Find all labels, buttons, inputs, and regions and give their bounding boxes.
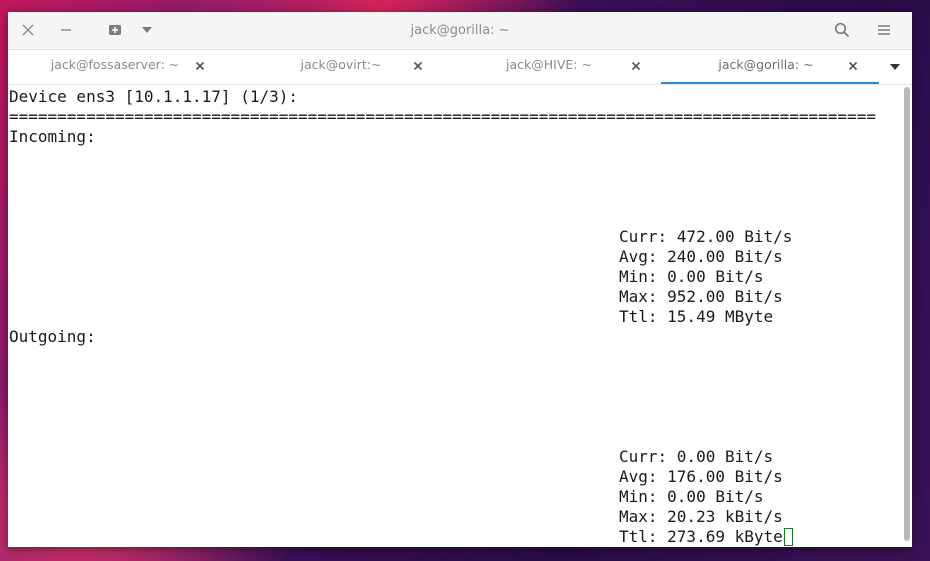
- tab-label: jack@fossaserver: ~: [50, 57, 180, 72]
- incoming-label: Incoming:: [9, 127, 96, 146]
- outgoing-avg: Avg: 176.00 Bit/s: [619, 467, 783, 486]
- incoming-avg: Avg: 240.00 Bit/s: [619, 247, 783, 266]
- incoming-curr: Curr: 472.00 Bit/s: [619, 227, 793, 246]
- close-icon[interactable]: [630, 60, 642, 72]
- tab-label: jack@HIVE: ~: [506, 57, 592, 72]
- separator-line: ========================================…: [9, 107, 876, 126]
- close-icon[interactable]: [412, 60, 424, 72]
- chevron-down-icon[interactable]: [140, 20, 154, 40]
- close-icon[interactable]: [20, 20, 36, 40]
- scrollbar-thumb[interactable]: [904, 87, 910, 541]
- incoming-min: Min: 0.00 Bit/s: [619, 267, 764, 286]
- outgoing-curr: Curr: 0.00 Bit/s: [619, 447, 774, 466]
- tab-fossaserver[interactable]: jack@fossaserver: ~: [8, 50, 226, 83]
- search-icon[interactable]: [832, 20, 852, 40]
- terminal-window: jack@gorilla: ~ jack@fossaserver: ~ jack…: [8, 12, 912, 547]
- tab-bar: jack@fossaserver: ~ jack@ovirt:~ jack@HI…: [8, 50, 912, 85]
- hamburger-menu-icon[interactable]: [874, 20, 894, 40]
- tab-gorilla[interactable]: jack@gorilla: ~: [661, 50, 879, 84]
- scrollbar[interactable]: [902, 85, 912, 547]
- outgoing-min: Min: 0.00 Bit/s: [619, 487, 764, 506]
- terminal-output[interactable]: Device ens3 [10.1.1.17] (1/3): =========…: [8, 85, 902, 547]
- close-icon[interactable]: [847, 60, 859, 72]
- outgoing-ttl: Ttl: 273.69 kByte: [619, 527, 783, 546]
- tab-ovirt[interactable]: jack@ovirt:~: [226, 50, 444, 83]
- device-header: Device ens3 [10.1.1.17] (1/3):: [9, 87, 298, 106]
- tab-overflow-chevron-icon[interactable]: [888, 62, 902, 72]
- new-tab-icon[interactable]: [106, 20, 124, 40]
- terminal-cursor: [783, 528, 793, 546]
- titlebar: jack@gorilla: ~: [8, 12, 912, 50]
- incoming-ttl: Ttl: 15.49 MByte: [619, 307, 774, 326]
- tab-hive[interactable]: jack@HIVE: ~: [444, 50, 662, 83]
- close-icon[interactable]: [194, 60, 206, 72]
- outgoing-label: Outgoing:: [9, 327, 96, 346]
- minimize-icon[interactable]: [58, 20, 74, 40]
- outgoing-max: Max: 20.23 kBit/s: [619, 507, 783, 526]
- active-tab-indicator: [661, 82, 879, 84]
- incoming-max: Max: 952.00 Bit/s: [619, 287, 783, 306]
- outgoing-ttl-row: Ttl: 273.69 kByte: [619, 527, 793, 547]
- tab-label: jack@gorilla: ~: [718, 57, 814, 72]
- tab-label: jack@ovirt:~: [300, 57, 382, 72]
